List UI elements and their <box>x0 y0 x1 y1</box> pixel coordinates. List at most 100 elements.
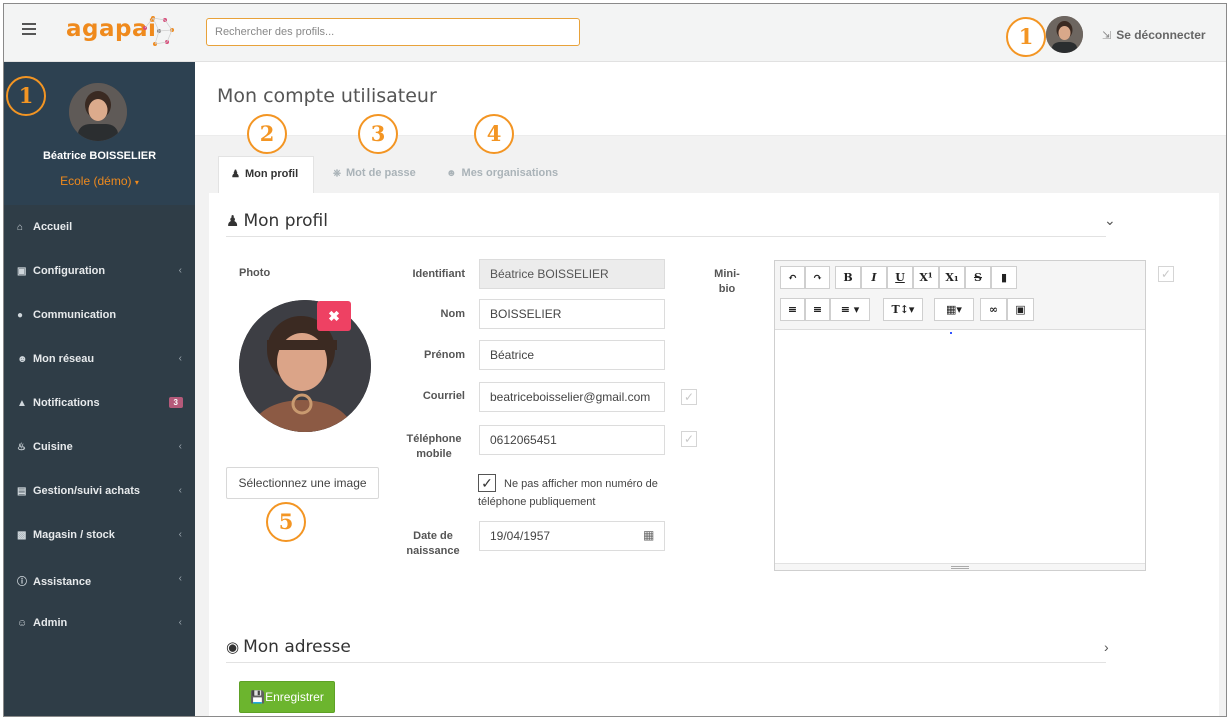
sidebar-item-configuration[interactable]: ▣ Configuration ‹ <box>4 251 195 295</box>
chevron-left-icon: ‹ <box>178 529 182 540</box>
courriel-label: Courriel <box>422 390 465 402</box>
bell-icon: ▲ <box>17 398 27 409</box>
organization-label: Ecole (démo) <box>60 174 132 188</box>
address-section-header[interactable]: ◉ Mon adresse <box>226 635 1106 663</box>
chat-icon: ● <box>17 310 24 321</box>
sidebar-item-cuisine[interactable]: ♨ Cuisine ‹ <box>4 427 195 471</box>
sidebar-item-magasin-stock[interactable]: ▩ Magasin / stock ‹ <box>4 515 195 559</box>
avatar[interactable] <box>1046 16 1083 53</box>
nom-field[interactable] <box>479 299 665 329</box>
callout-1-top: 1 <box>1006 17 1046 57</box>
bold-icon[interactable]: B <box>835 266 861 289</box>
tab-mon-profil[interactable]: ♟ Mon profil <box>218 156 314 193</box>
email-field[interactable] <box>479 382 665 412</box>
font-size-dropdown-icon[interactable]: T↕▾ <box>883 298 923 321</box>
user-photo-icon <box>239 300 371 432</box>
tab-mes-organisations[interactable]: ☻ Mes organisations <box>434 156 570 193</box>
hide-phone-checkbox[interactable]: ✓ <box>478 474 496 492</box>
globe-icon: ◉ <box>226 638 240 656</box>
sidebar-item-admin[interactable]: ☺ Admin ‹ <box>4 603 195 647</box>
sidebar-item-label: Accueil <box>33 221 73 233</box>
sidebar-item-mon-reseau[interactable]: ☻ Mon réseau ‹ <box>4 339 195 383</box>
cart-icon: ▤ <box>17 486 27 497</box>
lock-icon: ⎈ <box>333 168 341 179</box>
calendar-icon[interactable]: ▦ <box>643 528 654 542</box>
tab-mot-de-passe[interactable]: ⎈ Mot de passe <box>321 156 428 193</box>
italic-icon[interactable]: I <box>861 266 887 289</box>
tab-label: Mon profil <box>244 168 299 180</box>
save-label: Enregistrer <box>265 690 324 704</box>
search-input[interactable] <box>206 18 580 46</box>
underline-icon[interactable]: U <box>887 266 913 289</box>
notification-count-badge: 3 <box>168 397 183 408</box>
subscript-icon[interactable]: X₁ <box>939 266 965 289</box>
chevron-left-icon: ‹ <box>178 485 182 496</box>
user-photo-icon <box>69 83 127 141</box>
cubes-icon: ▩ <box>17 530 27 541</box>
sidebar-user-name: Béatrice BOISSELIER <box>42 150 157 162</box>
numbered-list-icon[interactable]: ≡ <box>805 298 830 321</box>
undo-icon[interactable]: ↶ <box>780 266 805 289</box>
table-dropdown-icon[interactable]: ▦▾ <box>934 298 974 321</box>
sidebar-item-label: Communication <box>33 309 117 321</box>
section-title-text: Mon adresse <box>243 637 351 657</box>
sidebar-item-label: Magasin / stock <box>33 529 115 541</box>
minibio-label: Mini-bio <box>714 268 740 295</box>
menu-toggle-icon[interactable] <box>22 23 36 35</box>
chevron-down-icon[interactable]: ⌄ <box>1104 212 1116 229</box>
redo-icon[interactable]: ↷ <box>805 266 830 289</box>
save-button[interactable]: 💾Enregistrer <box>239 681 335 713</box>
logout-link[interactable]: ⇲ Se déconnecter <box>1102 28 1206 42</box>
identifiant-field <box>479 259 665 289</box>
callout-2: 2 <box>247 114 287 154</box>
superscript-icon[interactable]: X¹ <box>913 266 939 289</box>
birthdate-label: Date de naissance <box>406 530 460 557</box>
chevron-left-icon: ‹ <box>178 353 182 364</box>
organization-dropdown[interactable]: Ecole (démo) ▾ <box>4 174 195 188</box>
bullet-list-icon[interactable]: ≡ <box>780 298 805 321</box>
delete-photo-button[interactable]: ✖ <box>317 301 351 331</box>
profile-section-header[interactable]: ♟ Mon profil <box>226 209 1106 237</box>
birthdate-field[interactable] <box>479 521 665 551</box>
sidebar-item-gestion-achats[interactable]: ▤ Gestion/suivi achats ‹ <box>4 471 195 515</box>
address-section-title: ◉ Mon adresse <box>226 637 351 657</box>
sidebar-item-label: Cuisine <box>33 441 73 453</box>
home-icon: ⌂ <box>17 222 24 233</box>
prenom-field[interactable] <box>479 340 665 370</box>
chevron-right-icon[interactable]: › <box>1104 639 1109 655</box>
phone-field[interactable] <box>479 425 665 455</box>
minibio-text-area[interactable] <box>775 331 1145 563</box>
hide-phone-label: Ne pas afficher mon numéro de téléphone … <box>478 478 658 508</box>
logo-network-icon <box>143 16 174 46</box>
sidebar-item-label: Assistance <box>33 576 92 588</box>
minibio-editor: ↶ ↷ B I U X¹ X₁ S ▮ ≡ ≡ ≡ ▾ T↕▾ ▦▾ ∞ ▣ <box>774 260 1146 571</box>
tab-label: Mes organisations <box>461 167 559 179</box>
sidebar-item-assistance[interactable]: ⓘ Assistance ‹ <box>4 559 195 603</box>
user-photo-icon <box>1046 16 1083 53</box>
eraser-icon[interactable]: ▮ <box>991 266 1017 289</box>
profile-section-title: ♟ Mon profil <box>226 211 328 231</box>
app-window: agapai ⇲Se déconnecter <box>3 3 1227 717</box>
strikethrough-icon[interactable]: S <box>965 266 991 289</box>
sidebar-item-accueil[interactable]: ⌂ Accueil <box>4 207 195 251</box>
image-icon[interactable]: ▣ <box>1007 298 1034 321</box>
section-title-text: Mon profil <box>243 211 328 231</box>
verified-check-icon: ✓ <box>681 431 697 447</box>
sidebar-item-notifications[interactable]: ▲ Notifications 3 <box>4 383 195 427</box>
users-icon: ☻ <box>17 354 28 365</box>
profile-photo <box>239 300 371 432</box>
sidebar-item-communication[interactable]: ● Communication <box>4 295 195 339</box>
close-icon: ✖ <box>328 308 340 324</box>
profile-panel: ♟ Mon profil ⌄ Photo ✖ Sélectionnez une i… <box>209 193 1219 716</box>
cutlery-icon: ♨ <box>17 442 26 453</box>
select-image-button[interactable]: Sélectionnez une image <box>226 467 379 499</box>
chevron-left-icon: ‹ <box>178 617 182 628</box>
users-icon: ☻ <box>446 168 457 179</box>
sidebar-avatar[interactable] <box>69 83 127 141</box>
align-dropdown-icon[interactable]: ≡ ▾ <box>830 298 870 321</box>
callout-4: 4 <box>474 114 514 154</box>
link-icon[interactable]: ∞ <box>980 298 1007 321</box>
bank-icon: ▣ <box>17 266 27 277</box>
editor-resize-handle[interactable] <box>775 563 1145 570</box>
user-icon: ♟ <box>231 169 240 180</box>
